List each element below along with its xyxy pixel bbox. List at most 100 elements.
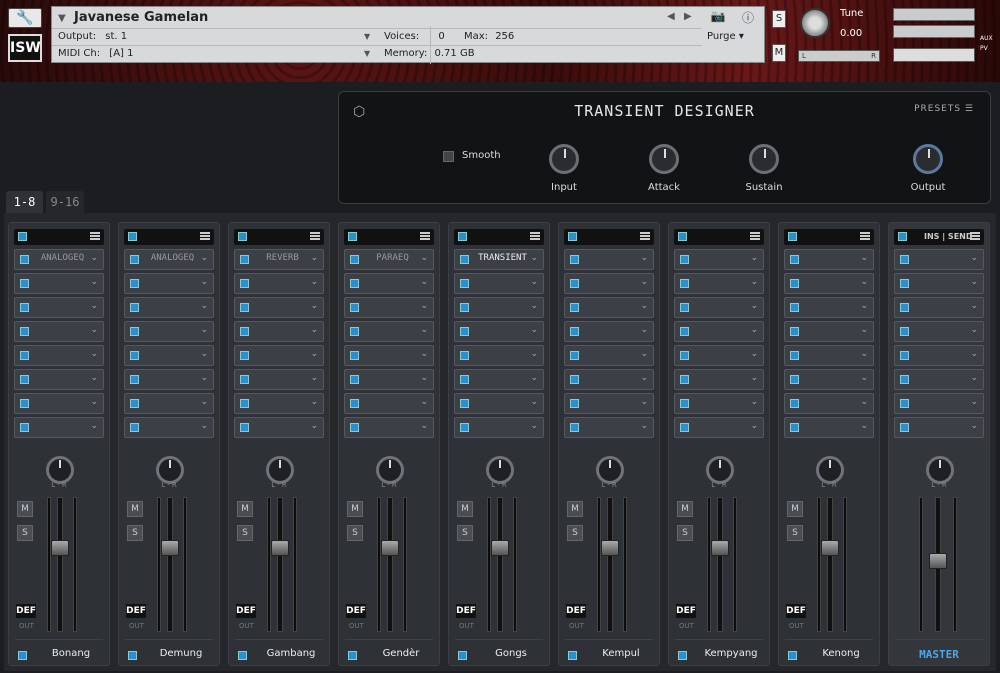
aux-label[interactable]: AUX xyxy=(980,34,993,44)
insert-slot[interactable]: ⌄ xyxy=(784,321,874,342)
insert-slot[interactable]: ⌄ xyxy=(454,369,544,390)
slot-bypass-icon[interactable] xyxy=(240,279,249,288)
chevron-down-icon[interactable]: ⌄ xyxy=(640,373,648,383)
volume-fader-handle[interactable] xyxy=(271,540,289,556)
mute-button[interactable]: M xyxy=(457,501,473,517)
pan-slider[interactable]: L R xyxy=(798,50,880,62)
channel-bypass-icon[interactable] xyxy=(348,651,357,660)
insert-slot[interactable]: ⌄ xyxy=(124,417,214,438)
chevron-down-icon[interactable]: ⌄ xyxy=(640,397,648,407)
bypass-icon[interactable] xyxy=(128,232,137,241)
chevron-down-icon[interactable]: ⌄ xyxy=(200,301,208,311)
chevron-down-icon[interactable]: ⌄ xyxy=(970,277,978,287)
chevron-down-icon[interactable]: ⌄ xyxy=(640,325,648,335)
chevron-down-icon[interactable]: ⌄ xyxy=(750,277,758,287)
slot-bypass-icon[interactable] xyxy=(350,303,359,312)
slot-bypass-icon[interactable] xyxy=(790,399,799,408)
insert-slot[interactable]: ⌄ xyxy=(674,417,764,438)
chevron-down-icon[interactable]: ⌄ xyxy=(530,325,538,335)
chevron-down-icon[interactable]: ⌄ xyxy=(750,397,758,407)
chevron-down-icon[interactable]: ⌄ xyxy=(200,349,208,359)
chevron-down-icon[interactable]: ⌄ xyxy=(750,421,758,431)
insert-slot[interactable]: ⌄ xyxy=(784,369,874,390)
volume-fader-track[interactable] xyxy=(277,497,283,632)
channel-bypass-icon[interactable] xyxy=(18,651,27,660)
insert-slot[interactable]: ⌄ xyxy=(454,321,544,342)
insert-slot[interactable]: ⌄ xyxy=(674,297,764,318)
chevron-down-icon[interactable]: ⌄ xyxy=(420,397,428,407)
chevron-down-icon[interactable]: ⌄ xyxy=(750,373,758,383)
insert-slot[interactable]: ⌄ xyxy=(784,345,874,366)
slot-bypass-icon[interactable] xyxy=(900,375,909,384)
solo-button[interactable]: S xyxy=(787,525,803,541)
slot-bypass-icon[interactable] xyxy=(20,327,29,336)
insert-slot[interactable]: ⌄ xyxy=(14,345,104,366)
def-button[interactable]: DEF xyxy=(126,604,146,618)
insert-slot[interactable]: ⌄ xyxy=(234,321,324,342)
solo-instrument-button[interactable]: S xyxy=(772,10,786,28)
pan-knob[interactable] xyxy=(156,456,184,484)
insert-slot[interactable]: ⌄ xyxy=(344,345,434,366)
solo-button[interactable]: S xyxy=(237,525,253,541)
bypass-icon[interactable] xyxy=(458,232,467,241)
slot-bypass-icon[interactable] xyxy=(790,375,799,384)
menu-icon[interactable] xyxy=(860,232,870,240)
menu-icon[interactable] xyxy=(420,232,430,240)
insert-slot[interactable]: REVERB ⌄ xyxy=(234,249,324,270)
channel-bypass-icon[interactable] xyxy=(568,651,577,660)
insert-slot[interactable]: ⌄ xyxy=(674,273,764,294)
menu-icon[interactable] xyxy=(200,232,210,240)
insert-slot[interactable]: ⌄ xyxy=(14,393,104,414)
slot-bypass-icon[interactable] xyxy=(130,351,139,360)
max-value[interactable]: 256 xyxy=(495,31,514,42)
insert-slot[interactable]: ⌄ xyxy=(344,273,434,294)
ins-send-toggle[interactable]: INS | SEND xyxy=(924,232,973,241)
bypass-icon[interactable] xyxy=(898,232,907,241)
slot-bypass-icon[interactable] xyxy=(20,375,29,384)
slot-bypass-icon[interactable] xyxy=(570,375,579,384)
insert-slot[interactable]: ⌄ xyxy=(344,369,434,390)
insert-slot[interactable]: ⌄ xyxy=(564,321,654,342)
volume-fader-track[interactable] xyxy=(57,497,63,632)
slot-bypass-icon[interactable] xyxy=(350,327,359,336)
chevron-down-icon[interactable]: ⌄ xyxy=(530,349,538,359)
chevron-down-icon[interactable]: ⌄ xyxy=(310,325,318,335)
chevron-down-icon[interactable]: ⌄ xyxy=(970,397,978,407)
insert-slot[interactable]: ⌄ xyxy=(784,273,874,294)
chevron-down-icon[interactable]: ⌄ xyxy=(200,421,208,431)
mute-button[interactable]: M xyxy=(17,501,33,517)
mute-button[interactable]: M xyxy=(677,501,693,517)
slot-bypass-icon[interactable] xyxy=(570,255,579,264)
slot-bypass-icon[interactable] xyxy=(790,423,799,432)
next-arrow-icon[interactable]: ▶ xyxy=(684,11,692,22)
chevron-down-icon[interactable]: ⌄ xyxy=(200,277,208,287)
chevron-down-icon[interactable]: ⌄ xyxy=(90,349,98,359)
solo-button[interactable]: S xyxy=(17,525,33,541)
chevron-down-icon[interactable]: ⌄ xyxy=(420,349,428,359)
chevron-down-icon[interactable]: ⌄ xyxy=(530,277,538,287)
slot-bypass-icon[interactable] xyxy=(900,351,909,360)
mute-button[interactable]: M xyxy=(347,501,363,517)
chevron-down-icon[interactable]: ⌄ xyxy=(860,349,868,359)
volume-fader-handle[interactable] xyxy=(929,553,947,569)
pan-knob[interactable] xyxy=(816,456,844,484)
slot-bypass-icon[interactable] xyxy=(900,279,909,288)
insert-slot[interactable]: PARAEQ ⌄ xyxy=(344,249,434,270)
chevron-down-icon[interactable]: ⌄ xyxy=(310,373,318,383)
slot-bypass-icon[interactable] xyxy=(20,399,29,408)
slot-bypass-icon[interactable] xyxy=(130,327,139,336)
bypass-icon[interactable] xyxy=(678,232,687,241)
insert-slot[interactable]: ⌄ xyxy=(344,393,434,414)
insert-slot[interactable]: ⌄ xyxy=(564,369,654,390)
slot-bypass-icon[interactable] xyxy=(790,279,799,288)
prev-arrow-icon[interactable]: ◀ xyxy=(667,11,675,22)
chevron-down-icon[interactable]: ⌄ xyxy=(640,349,648,359)
volume-fader-handle[interactable] xyxy=(601,540,619,556)
slot-bypass-icon[interactable] xyxy=(680,303,689,312)
chevron-down-icon[interactable]: ⌄ xyxy=(530,397,538,407)
output-row[interactable]: Output: st. 1 xyxy=(58,31,127,42)
chevron-down-icon[interactable]: ⌄ xyxy=(750,349,758,359)
insert-slot[interactable]: ⌄ xyxy=(124,297,214,318)
insert-slot[interactable]: ⌄ xyxy=(344,297,434,318)
insert-slot[interactable]: ⌄ xyxy=(14,321,104,342)
